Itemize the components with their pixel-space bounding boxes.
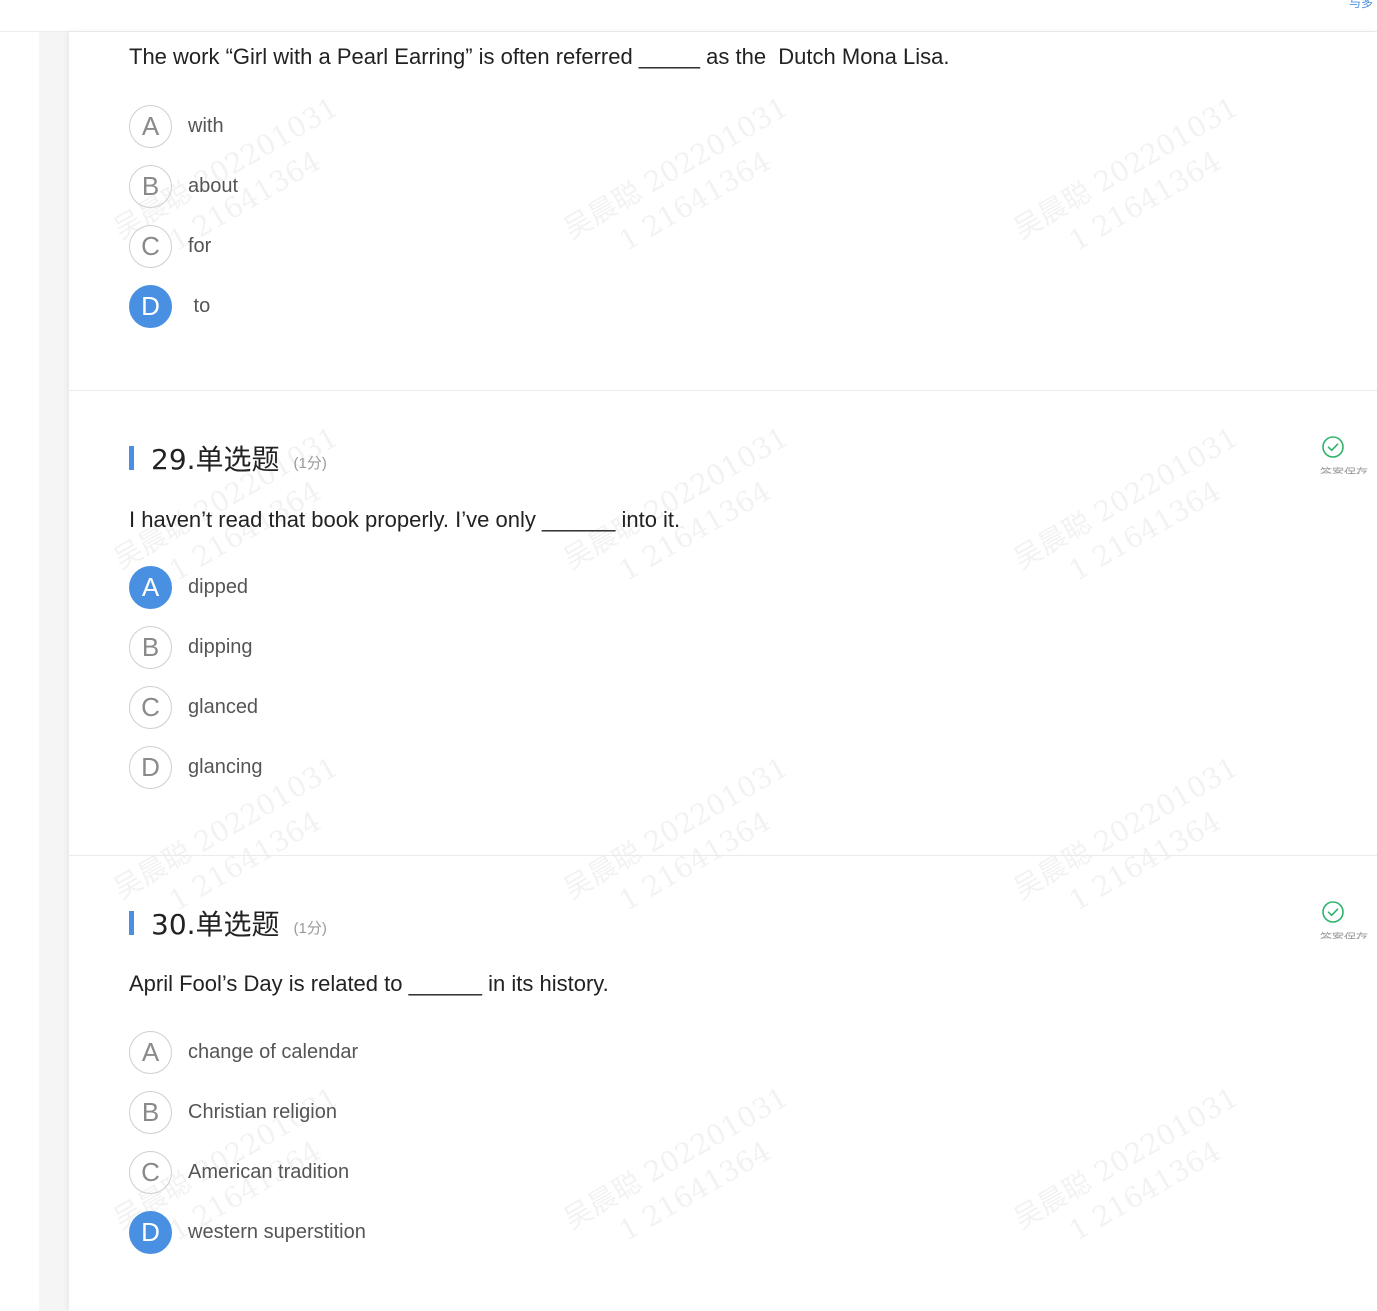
question-30: 30.单选题 (1分) April Fool’s Day is related …: [129, 905, 1329, 1262]
save-status-text: 答案保存: [1320, 466, 1369, 474]
left-gutter: [0, 32, 39, 1311]
option-c[interactable]: C glanced: [129, 677, 1329, 737]
option-b[interactable]: B about: [129, 156, 1329, 216]
option-letter: B: [129, 164, 172, 208]
options-list: A dipped B dipping C glanced D glancing: [129, 557, 1329, 797]
option-text: Christian religion: [188, 1100, 337, 1123]
option-letter: D: [129, 284, 172, 328]
option-letter: D: [129, 745, 172, 789]
question-stem: April Fool’s Day is related to ______ in…: [129, 971, 609, 996]
question-header: 29.单选题 (1分): [129, 440, 1329, 476]
question-divider: [69, 855, 1377, 856]
option-letter: C: [129, 224, 172, 268]
top-bar: 与多: [0, 0, 1377, 32]
option-text: with: [188, 114, 224, 137]
question-number: 29.单选题: [151, 443, 280, 476]
check-circle-icon: [1322, 901, 1344, 923]
question-stem: I haven’t read that book properly. I’ve …: [129, 507, 681, 532]
option-c[interactable]: C American tradition: [129, 1142, 1329, 1202]
option-letter: D: [129, 1210, 172, 1254]
question-29: 29.单选题 (1分) I haven’t read that book pro…: [129, 440, 1329, 797]
option-text: to: [188, 294, 211, 317]
save-status-text: 答案保存: [1320, 931, 1369, 939]
options-list: A with B about C for D to: [129, 96, 1329, 336]
save-status: 答案保存: [1313, 901, 1377, 951]
option-a[interactable]: A change of calendar: [129, 1022, 1329, 1082]
option-letter: A: [129, 1030, 172, 1074]
option-text: western superstition: [188, 1220, 366, 1243]
question-header: 30.单选题 (1分): [129, 905, 1329, 941]
option-text: dipping: [188, 635, 253, 658]
option-letter: B: [129, 1090, 172, 1134]
question-28: The work “Girl with a Pearl Earring” is …: [129, 42, 1329, 336]
option-b[interactable]: B dipping: [129, 617, 1329, 677]
option-d[interactable]: D western superstition: [129, 1202, 1329, 1262]
option-text: for: [188, 234, 212, 257]
option-text: about: [188, 174, 239, 197]
options-list: A change of calendar B Christian religio…: [129, 1022, 1329, 1262]
option-text: American tradition: [188, 1160, 350, 1183]
option-a[interactable]: A dipped: [129, 557, 1329, 617]
question-score: (1分): [293, 919, 327, 937]
accent-bar: [129, 446, 134, 470]
question-divider: [69, 390, 1377, 391]
option-text: dipped: [188, 575, 249, 598]
option-text: glanced: [188, 695, 259, 718]
option-letter: B: [129, 625, 172, 669]
check-circle-icon: [1322, 436, 1344, 458]
option-a[interactable]: A with: [129, 96, 1329, 156]
question-number: 30.单选题: [151, 908, 280, 941]
option-letter: A: [129, 565, 172, 609]
option-d[interactable]: D to: [129, 276, 1329, 336]
option-b[interactable]: B Christian religion: [129, 1082, 1329, 1142]
question-score: (1分): [293, 454, 327, 472]
option-text: glancing: [188, 755, 263, 778]
exam-paper: 吴晨聪 202201031 1 21641364 吴晨聪 202201031 1 2…: [69, 32, 1377, 1311]
page: 吴晨聪 202201031 1 21641364 吴晨聪 202201031 1 2…: [39, 32, 1377, 1311]
option-text: change of calendar: [188, 1040, 359, 1063]
top-right-link[interactable]: 与多: [1349, 0, 1373, 11]
option-letter: A: [129, 104, 172, 148]
option-d[interactable]: D glancing: [129, 737, 1329, 797]
option-letter: C: [129, 1150, 172, 1194]
question-stem: The work “Girl with a Pearl Earring” is …: [129, 44, 950, 69]
option-letter: C: [129, 685, 172, 729]
option-c[interactable]: C for: [129, 216, 1329, 276]
accent-bar: [129, 911, 134, 935]
save-status: 答案保存: [1313, 436, 1377, 486]
